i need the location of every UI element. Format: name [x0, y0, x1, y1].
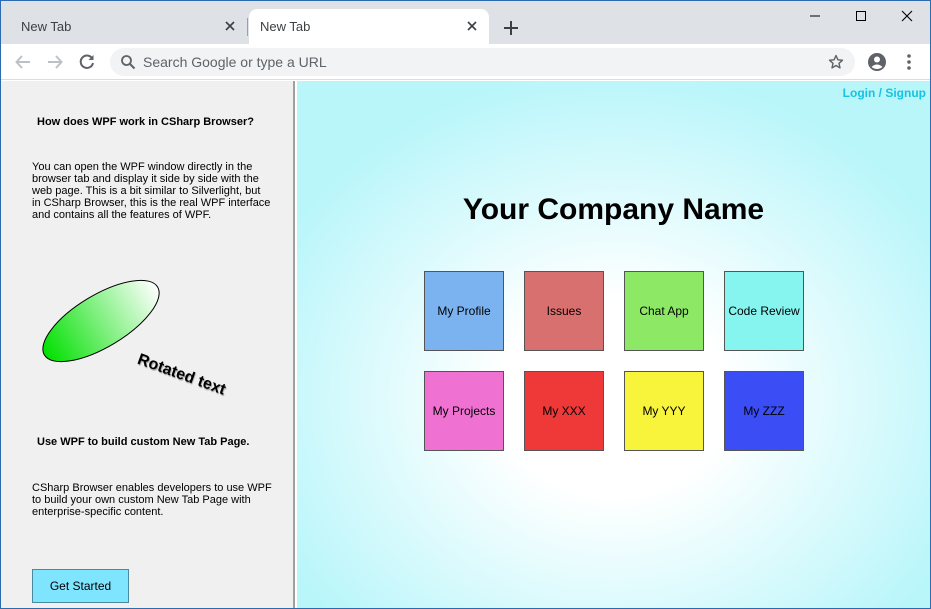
new-tab-plus-icon[interactable] [499, 16, 523, 40]
tile-chat-app[interactable]: Chat App [624, 271, 704, 351]
back-arrow-icon[interactable] [10, 49, 36, 75]
tile-my-projects[interactable]: My Projects [424, 371, 504, 451]
browser-toolbar [1, 44, 930, 80]
profile-avatar-icon[interactable] [864, 49, 890, 75]
tab-1[interactable]: New Tab [1, 9, 247, 44]
tile-my-zzz[interactable]: My ZZZ [724, 371, 804, 451]
tile-my-xxx[interactable]: My XXX [524, 371, 604, 451]
forward-arrow-icon[interactable] [42, 49, 68, 75]
menu-kebab-icon[interactable] [896, 49, 922, 75]
info-heading-2: Use WPF to build custom New Tab Page. [37, 436, 250, 448]
close-tab-2-icon[interactable] [464, 18, 480, 34]
tile-my-yyy[interactable]: My YYY [624, 371, 704, 451]
window-close-icon[interactable] [884, 1, 930, 31]
tile-code-review[interactable]: Code Review [724, 271, 804, 351]
info-paragraph-2: CSharp Browser enables developers to use… [32, 482, 272, 518]
info-paragraph-1: You can open the WPF window directly in … [32, 161, 271, 221]
tile-my-profile[interactable]: My Profile [424, 271, 504, 351]
address-input[interactable] [143, 52, 803, 72]
wpf-info-panel: How does WPF work in CSharp Browser? You… [1, 81, 295, 608]
company-name-title: Your Company Name [462, 193, 765, 226]
close-tab-1-icon[interactable] [222, 18, 238, 34]
new-tab-page: Login / Signup Your Company Name My Prof… [297, 81, 930, 608]
maximize-icon[interactable] [838, 1, 884, 31]
get-started-button[interactable]: Get Started [32, 569, 129, 603]
tile-issues[interactable]: Issues [524, 271, 604, 351]
bookmark-star-icon[interactable] [828, 54, 844, 75]
info-heading-1: How does WPF work in CSharp Browser? [37, 116, 254, 128]
browser-window: New Tab New Tab Search Google or type a … [0, 0, 931, 609]
tab-2-active[interactable]: New Tab [249, 9, 489, 44]
tab-strip: New Tab New Tab [1, 1, 930, 44]
page-content: How does WPF work in CSharp Browser? You… [1, 81, 930, 608]
tab-separator [247, 18, 248, 36]
reload-icon[interactable] [74, 49, 100, 75]
login-signup-link[interactable]: Login / Signup [843, 86, 926, 100]
tab-2-label: New Tab [260, 19, 311, 34]
search-icon [120, 54, 136, 75]
tab-1-label: New Tab [21, 19, 72, 34]
address-bar[interactable] [110, 48, 855, 76]
minimize-icon[interactable] [792, 1, 838, 31]
